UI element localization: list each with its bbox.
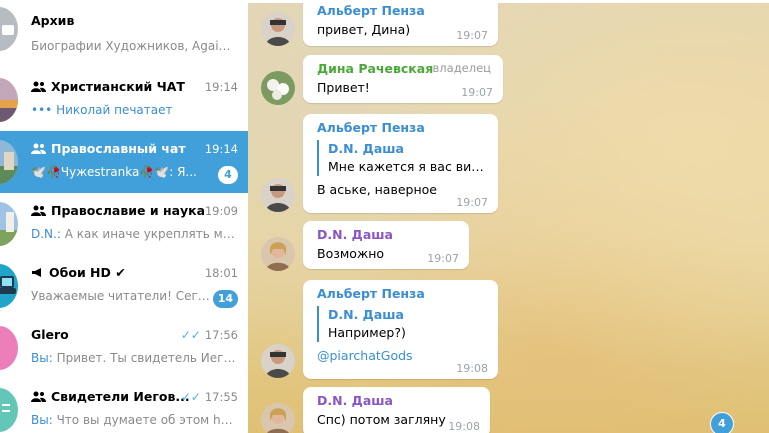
message-time: 19:07	[461, 86, 493, 99]
chat-title: Православный чат	[31, 141, 186, 156]
typing-dots-icon: •••	[31, 103, 53, 117]
chat-history: Альберт Пенза привет, Дина) 19:07 Дина Р…	[248, 0, 769, 433]
message-time: 19:07	[456, 196, 488, 209]
message-bubble[interactable]: Альберт Пенза привет, Дина) 19:07	[303, 0, 498, 46]
chat-preview: Вы: Что вы думаете об этом htt...	[31, 413, 236, 427]
chat-time: ✓✓ 17:56	[180, 328, 238, 342]
chat-row-orthodox-chat[interactable]: Православный чат 19:14 🕊️🥀Чужеstranka🥀🕊️…	[0, 131, 248, 193]
megaphone-icon	[32, 268, 41, 277]
unread-badge: 4	[218, 166, 238, 184]
owner-badge: владелец	[432, 61, 491, 75]
message-sender[interactable]: D.N. Даша	[317, 226, 457, 244]
chat-row-wallpapers-hd[interactable]: Обои HD ✔ 18:01 Уважаемые читатели! Сего…	[0, 255, 248, 317]
avatar	[0, 202, 18, 246]
chat-row-orthodoxy-science[interactable]: Православие и наука 19:09 D.N.: А как ин…	[0, 193, 248, 255]
message-bubble[interactable]: D.N. Даша Спс) потом загляну 19:08	[303, 387, 490, 433]
message-sender[interactable]: Альберт Пенза	[317, 2, 486, 20]
chat-time: 19:14	[204, 142, 238, 156]
message-bubble[interactable]: Альберт Пенза D.N. Даша Например?) @piar…	[303, 280, 498, 379]
chat-row-jehovah-witnesses[interactable]: Свидетели Иегов... ✓✓ 17:55 Вы: Что вы ду…	[0, 379, 248, 433]
chat-time: 18:01	[204, 266, 238, 280]
chat-row-archive[interactable]: Архив Биографии Художников, Againo...	[0, 0, 248, 55]
avatar	[0, 264, 18, 308]
reply-text: Например?)	[328, 325, 406, 340]
chat-preview: D.N.: А как иначе укреплять мы...	[31, 227, 236, 241]
message-time: 19:08	[456, 362, 488, 375]
scroll-to-unread-button[interactable]: 4	[710, 412, 734, 433]
chat-title: Обои HD ✔	[31, 265, 126, 280]
chat-preview: Биографии Художников, Againo...	[31, 39, 236, 53]
chat-title: Православие и наука	[31, 203, 205, 218]
reply-sender: D.N. Даша	[328, 141, 404, 156]
message-bubble[interactable]: Дина Рачевская владелец Привет! 19:07	[303, 55, 503, 103]
group-icon	[31, 391, 46, 402]
avatar	[0, 326, 18, 370]
reply-text: Мне кажется я вас виде...	[328, 159, 486, 174]
avatar-dasha[interactable]	[261, 403, 295, 433]
group-icon	[31, 81, 46, 92]
avatar-initial-icon	[2, 404, 10, 412]
avatar-dina[interactable]	[261, 71, 295, 105]
reply-sender: D.N. Даша	[328, 307, 404, 322]
unread-badge: 14	[212, 290, 238, 308]
chat-list-sidebar: Архив Биографии Художников, Againo... Хр…	[0, 0, 248, 433]
message-sender[interactable]: Альберт Пенза	[317, 119, 486, 137]
message-sender[interactable]: Альберт Пенза	[317, 285, 486, 303]
chat-title: Христианский ЧАТ	[31, 79, 185, 94]
chat-scrollbar[interactable]	[763, 7, 769, 427]
message-sender[interactable]: D.N. Даша	[317, 392, 478, 410]
avatar	[0, 140, 18, 184]
message-time: 19:07	[456, 29, 488, 42]
double-check-icon: ✓✓	[180, 390, 201, 404]
avatar	[0, 78, 18, 122]
group-icon	[31, 205, 46, 216]
chat-time: 19:14	[204, 80, 238, 94]
message-bubble[interactable]: D.N. Даша Возможно 19:07	[303, 221, 469, 269]
chat-preview: 🕊️🥀Чужеstranka🥀🕊️: Я...	[31, 165, 197, 179]
chat-preview-typing: ••• Николай печатает	[31, 103, 173, 117]
message-time: 19:07	[427, 252, 459, 265]
chat-time: 19:09	[204, 204, 238, 218]
chat-preview: Уважаемые читатели! Сего...	[31, 289, 211, 303]
reply-quote[interactable]: D.N. Даша Например?)	[317, 306, 486, 342]
reply-quote[interactable]: D.N. Даша Мне кажется я вас виде...	[317, 140, 486, 176]
chat-row-christian-chat[interactable]: Христианский ЧАТ 19:14 ••• Николай печат…	[0, 69, 248, 131]
avatar-dasha[interactable]	[261, 237, 295, 271]
message-bubble[interactable]: Альберт Пенза D.N. Даша Мне кажется я ва…	[303, 114, 498, 213]
double-check-icon: ✓✓	[180, 328, 201, 342]
chat-title: Архив	[31, 13, 75, 28]
avatar-albert[interactable]	[261, 178, 295, 212]
chat-title: Свидетели Иегов...	[31, 389, 190, 404]
chat-preview: Вы: Привет. Ты свидетель Иегов...	[31, 351, 236, 365]
avatar-albert[interactable]	[261, 344, 295, 378]
group-icon	[31, 143, 46, 154]
chat-title: Glero	[31, 327, 69, 342]
avatar-albert[interactable]	[261, 12, 295, 46]
archive-avatar	[0, 7, 18, 51]
chat-time: ✓✓ 17:55	[180, 390, 238, 404]
avatar	[0, 388, 18, 432]
archive-icon	[2, 25, 14, 35]
message-time: 19:08	[448, 420, 480, 433]
chat-row-glero[interactable]: Glero ✓✓ 17:56 Вы: Привет. Ты свидетель И…	[0, 317, 248, 379]
